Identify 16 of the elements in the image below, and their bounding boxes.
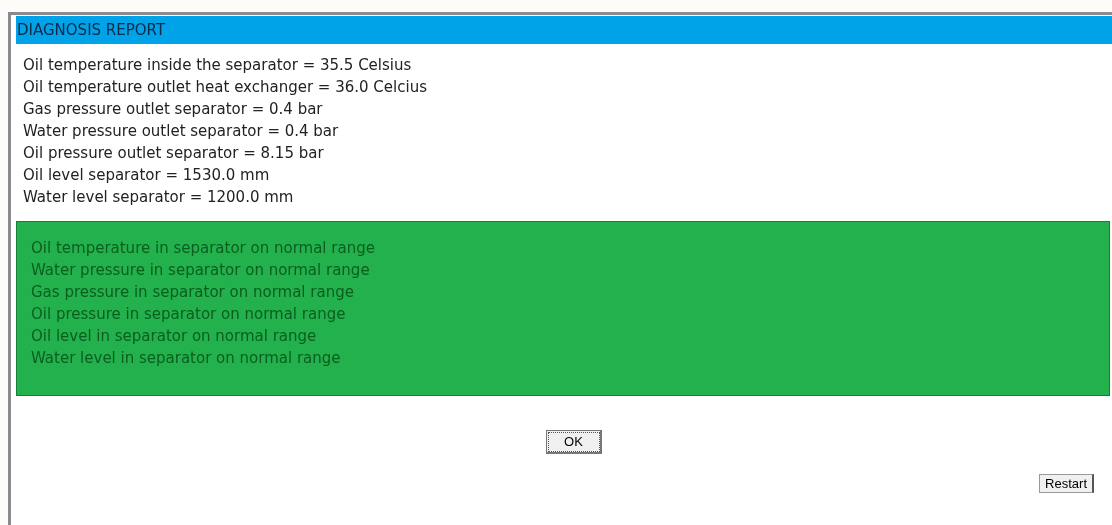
status-message: Oil level in separator on normal range bbox=[31, 326, 317, 347]
reading-line: Oil temperature outlet heat exchanger = 36.0 Celcius bbox=[23, 77, 428, 98]
reading-line: Water pressure outlet separator = 0.4 bar bbox=[23, 121, 340, 142]
reading-line: Oil level separator = 1530.0 mm bbox=[23, 165, 271, 186]
window-title: DIAGNOSIS REPORT bbox=[16, 16, 1112, 44]
status-message: Water pressure in separator on normal range bbox=[31, 260, 370, 281]
status-message: Gas pressure in separator on normal range bbox=[31, 282, 354, 303]
reading-line: Gas pressure outlet separator = 0.4 bar bbox=[23, 99, 324, 120]
reading-line: Water level separator = 1200.0 mm bbox=[23, 187, 295, 208]
status-message: Oil pressure in separator on normal range bbox=[31, 304, 346, 325]
status-message: Oil temperature in separator on normal range bbox=[31, 238, 375, 259]
status-message: Water level in separator on normal range bbox=[31, 348, 341, 369]
reading-line: Oil pressure outlet separator = 8.15 bar bbox=[23, 143, 325, 164]
ok-button[interactable]: OK bbox=[546, 430, 602, 454]
restart-button[interactable]: Restart bbox=[1039, 474, 1094, 493]
reading-line: Oil temperature inside the separator = 35.5 Celsius bbox=[23, 55, 413, 76]
